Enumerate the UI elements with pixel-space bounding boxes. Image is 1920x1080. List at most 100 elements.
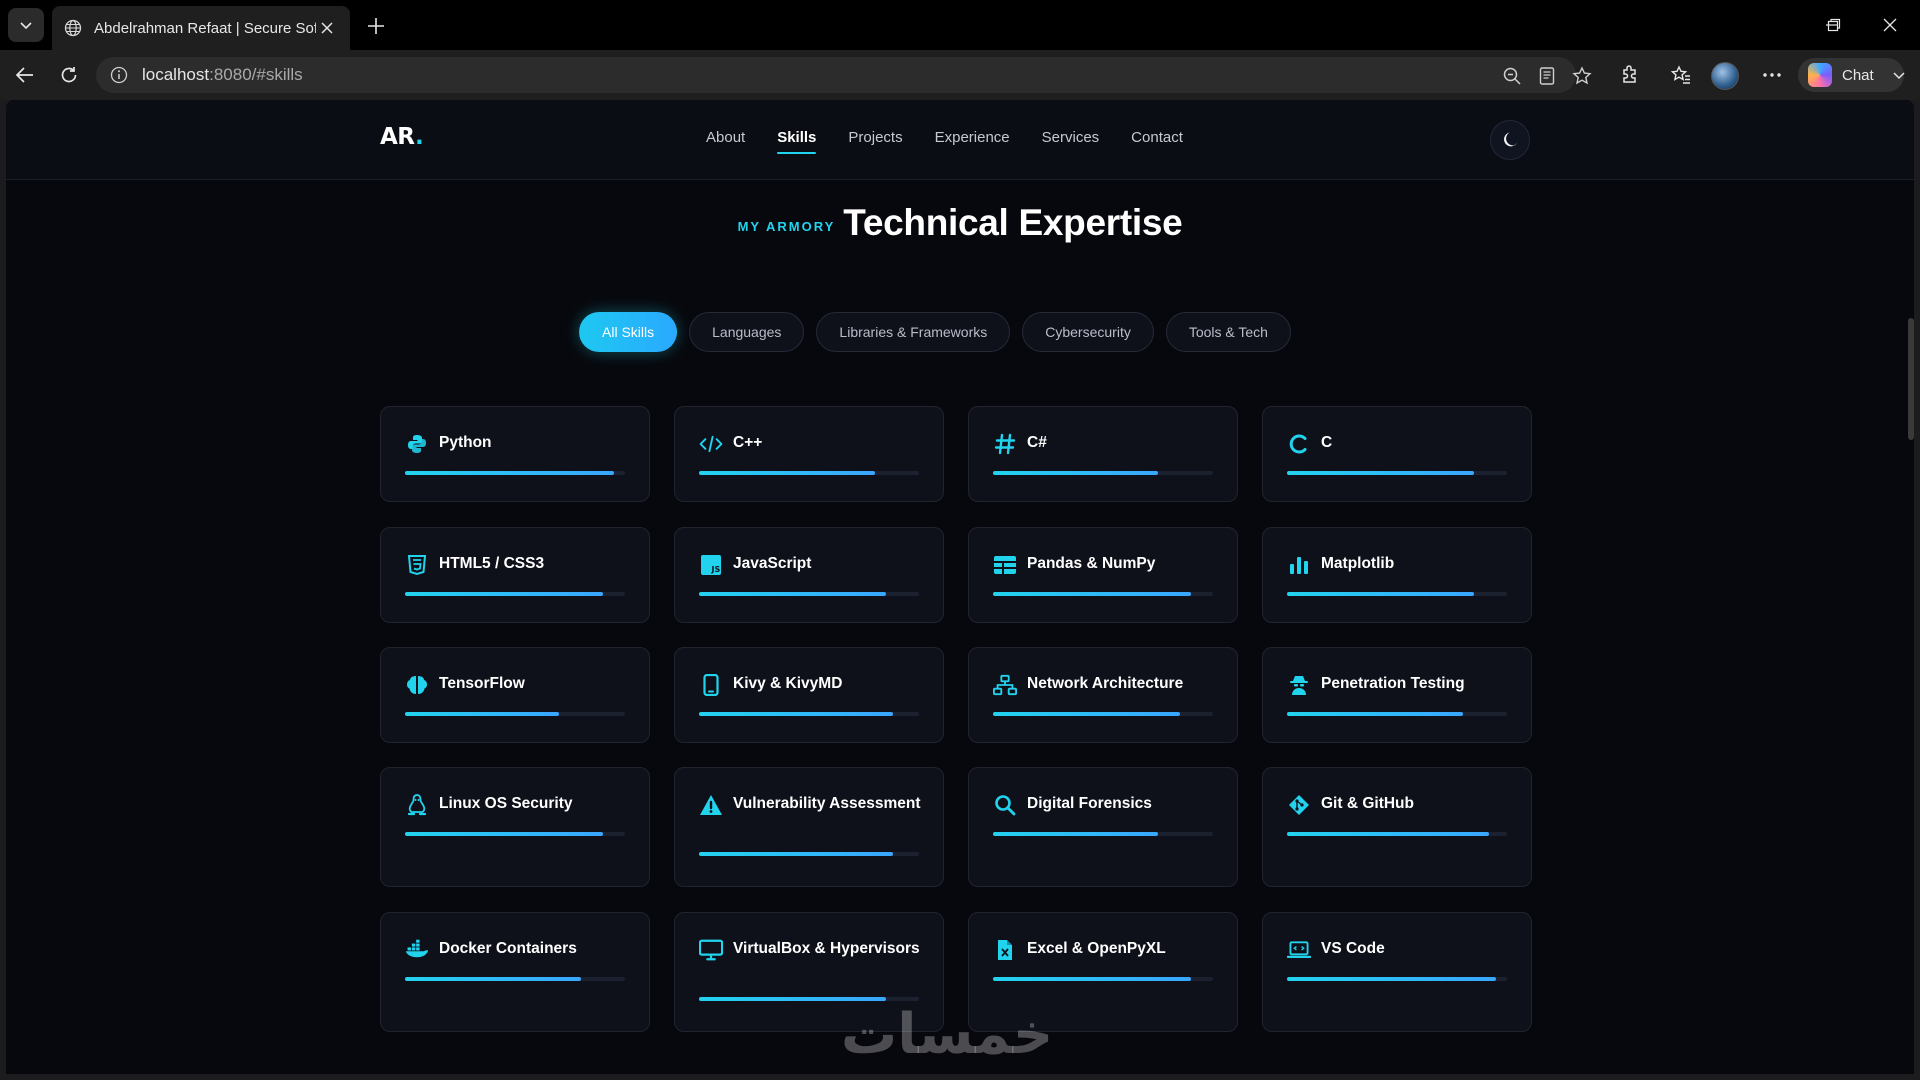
url-text: localhost:8080/#skills [142, 65, 303, 84]
chat-dropdown-button[interactable] [1886, 62, 1912, 88]
skill-progress-fill [993, 592, 1191, 596]
nav-link-about[interactable]: About [706, 129, 745, 154]
skill-progress-fill [405, 712, 559, 716]
skill-card[interactable]: Git & GitHub [1262, 767, 1532, 887]
nav-link-skills[interactable]: Skills [777, 129, 817, 154]
reload-button[interactable] [52, 58, 86, 92]
address-bar[interactable]: localhost:8080/#skills [96, 57, 1592, 93]
theme-toggle-button[interactable] [1490, 120, 1530, 160]
skill-progress-fill [993, 712, 1180, 716]
skill-progress-fill [699, 592, 886, 596]
scrollbar-thumb[interactable] [1908, 318, 1914, 440]
tab-list-button[interactable] [8, 8, 44, 42]
skill-progress-track [1287, 471, 1507, 475]
network-icon [993, 673, 1017, 697]
search-icon [993, 793, 1017, 817]
skill-progress-fill [1287, 592, 1474, 596]
skill-card[interactable]: Vulnerability Assessment [674, 767, 944, 887]
new-tab-button[interactable] [360, 10, 392, 42]
close-window-button[interactable] [1868, 8, 1912, 42]
skill-card[interactable]: Kivy & KivyMD [674, 647, 944, 743]
skill-card-header: Matplotlib [1287, 552, 1511, 577]
back-button[interactable] [8, 58, 42, 92]
zoom-icon[interactable] [1502, 66, 1522, 86]
skill-card[interactable]: Pandas & NumPy [968, 527, 1238, 623]
browser-tab-active[interactable]: Abdelrahman Refaat | Secure Softw [52, 6, 350, 50]
skill-card-header: HTML5 / CSS3 [405, 552, 629, 577]
skill-card[interactable]: Matplotlib [1262, 527, 1532, 623]
tab-close-button[interactable] [316, 17, 338, 39]
skill-card[interactable]: Python [380, 406, 650, 502]
skill-card[interactable]: TensorFlow [380, 647, 650, 743]
nav-link-projects[interactable]: Projects [848, 129, 902, 154]
filter-pill-tools-tech[interactable]: Tools & Tech [1165, 312, 1291, 352]
skill-progress-track [699, 997, 919, 1001]
section-eyebrow: MY ARMORY [737, 219, 836, 234]
skill-name: C [1321, 434, 1333, 451]
svg-text:JS: JS [711, 565, 721, 574]
site-header: AR. About Skills Projects Experience Service… [6, 100, 1914, 180]
skill-progress-fill [405, 977, 581, 981]
mobile-icon [699, 673, 723, 697]
skill-card-header: Pandas & NumPy [993, 552, 1217, 577]
skill-name: Python [439, 434, 492, 451]
skill-card[interactable]: JS JavaScript [674, 527, 944, 623]
skill-name: Excel & OpenPyXL [1027, 940, 1166, 957]
code-icon [699, 432, 723, 456]
nav-link-contact[interactable]: Contact [1131, 129, 1183, 154]
skill-card-header: VS Code [1287, 937, 1511, 962]
skill-card[interactable]: C [1262, 406, 1532, 502]
site-logo[interactable]: AR. [380, 124, 424, 150]
browser-toolbar: localhost:8080/#skills Chat [0, 50, 1920, 100]
skill-card[interactable]: Penetration Testing [1262, 647, 1532, 743]
skill-card[interactable]: Digital Forensics [968, 767, 1238, 887]
info-icon[interactable] [110, 66, 128, 84]
skill-card[interactable]: Network Architecture [968, 647, 1238, 743]
skill-progress-fill [699, 712, 893, 716]
reader-mode-icon[interactable] [1537, 66, 1557, 86]
more-options-button[interactable] [1759, 62, 1785, 88]
skill-name: Pandas & NumPy [1027, 555, 1156, 572]
nav-link-services[interactable]: Services [1042, 129, 1100, 154]
skill-name: VirtualBox & Hypervisors [733, 940, 920, 957]
restore-button[interactable] [1812, 8, 1856, 42]
skill-progress-track [699, 471, 919, 475]
skill-card-header: VirtualBox & Hypervisors [699, 937, 923, 962]
filter-pill-languages[interactable]: Languages [689, 312, 805, 352]
skill-progress-track [993, 977, 1213, 981]
skill-card[interactable]: C++ [674, 406, 944, 502]
skill-progress-track [405, 592, 625, 596]
c-letter-icon [1287, 432, 1311, 456]
laptop-code-icon [1287, 938, 1311, 962]
skill-progress-fill [699, 997, 886, 1001]
html5-icon [405, 553, 429, 577]
filter-pill-all-skills[interactable]: All Skills [579, 312, 678, 352]
skill-card[interactable]: VS Code [1262, 912, 1532, 1032]
favorite-star-icon[interactable] [1572, 66, 1592, 86]
extensions-button[interactable] [1617, 62, 1643, 88]
filter-pill-cybersecurity[interactable]: Cybersecurity [1022, 312, 1154, 352]
skill-card[interactable]: Linux OS Security [380, 767, 650, 887]
favorites-button[interactable] [1668, 62, 1694, 88]
python-icon [405, 432, 429, 456]
more-horizontal-icon [1763, 73, 1781, 77]
skill-name: Git & GitHub [1321, 795, 1414, 812]
skill-progress-track [1287, 592, 1507, 596]
nav-link-experience[interactable]: Experience [935, 129, 1010, 154]
skill-progress-track [405, 977, 625, 981]
filter-pill-libraries-frameworks[interactable]: Libraries & Frameworks [816, 312, 1011, 352]
skill-card[interactable]: C# [968, 406, 1238, 502]
skill-name: VS Code [1321, 940, 1385, 957]
profile-avatar[interactable] [1711, 62, 1739, 90]
skill-progress-fill [1287, 471, 1474, 475]
skill-name: HTML5 / CSS3 [439, 555, 545, 572]
skill-progress-track [405, 832, 625, 836]
skill-card[interactable]: HTML5 / CSS3 [380, 527, 650, 623]
main-nav: About Skills Projects Experience Services Con… [706, 129, 1183, 154]
skill-card[interactable]: Docker Containers [380, 912, 650, 1032]
skill-progress-fill [993, 471, 1158, 475]
skill-progress-track [405, 712, 625, 716]
globe-icon [64, 19, 82, 37]
skill-card-header: Python [405, 431, 629, 456]
plus-icon [368, 18, 384, 34]
